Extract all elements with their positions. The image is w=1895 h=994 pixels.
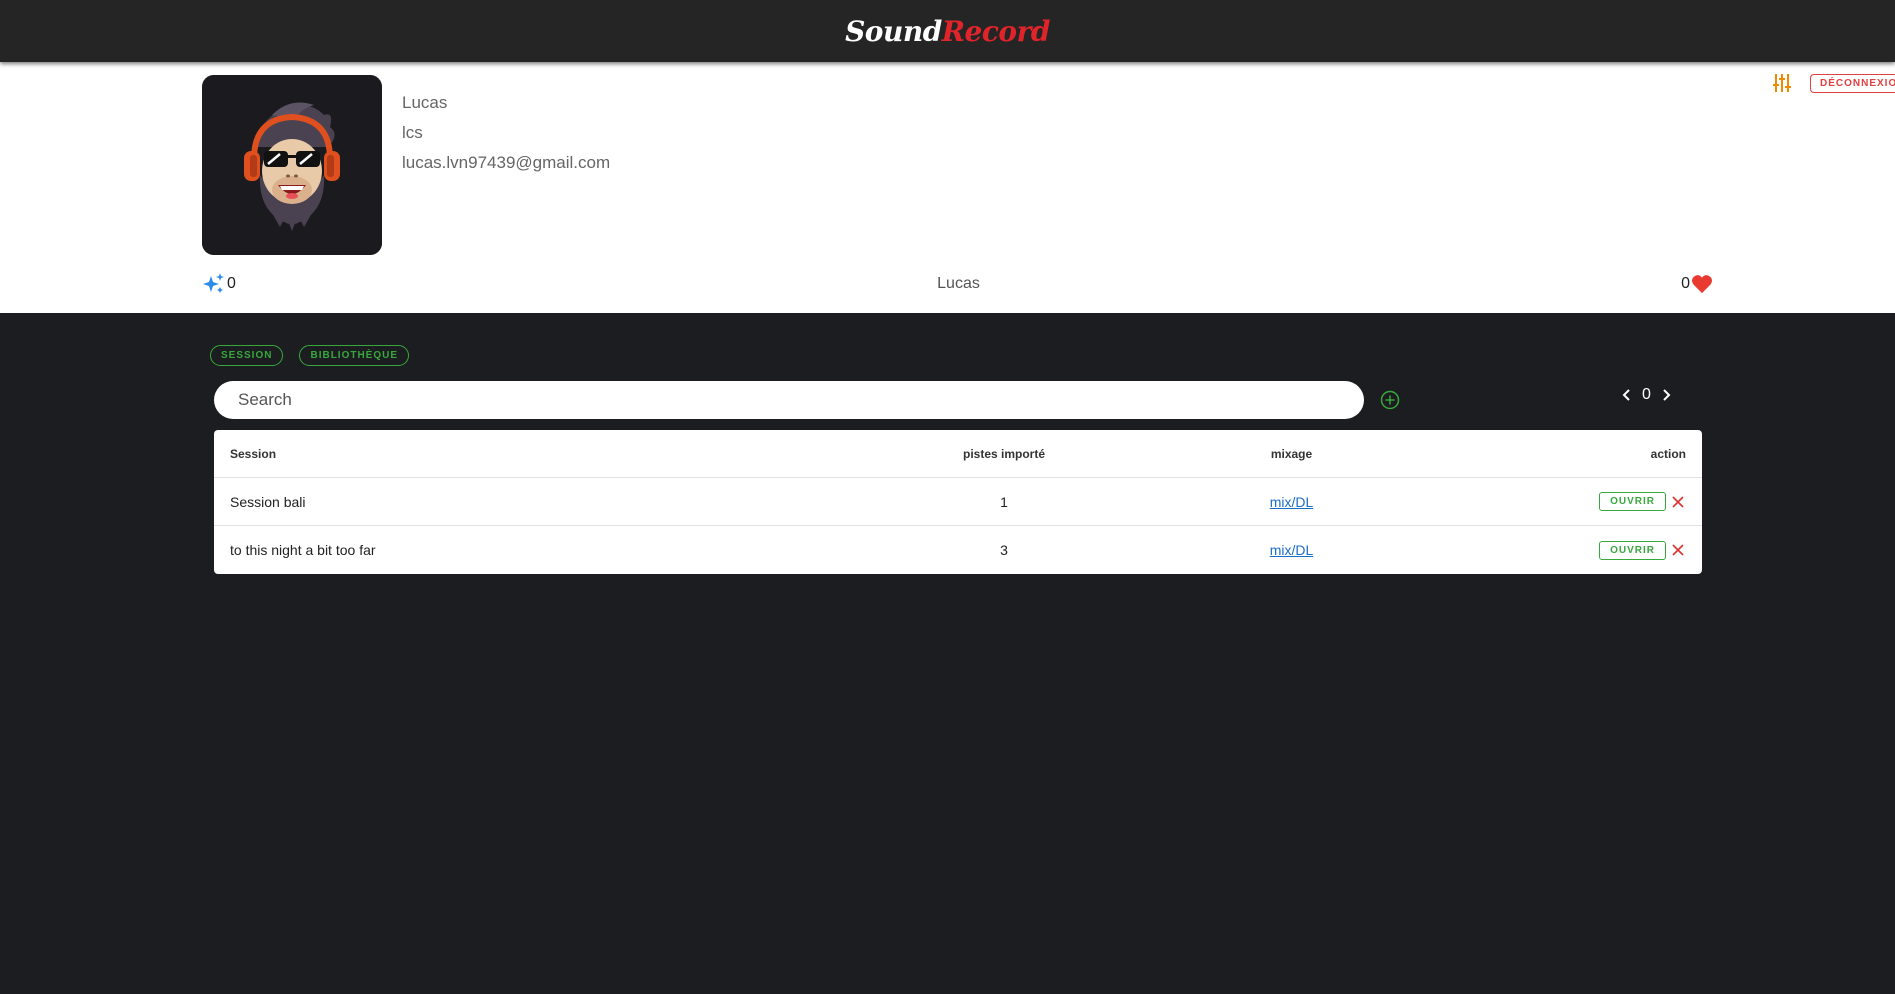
heart-icon[interactable] xyxy=(1691,274,1713,294)
profile-stats: 0 Lucas 0 xyxy=(202,272,1713,296)
brand-logo[interactable]: SoundRecord xyxy=(845,15,1050,48)
tracks-count: 3 xyxy=(1000,542,1008,558)
mix-download-link[interactable]: mix/DL xyxy=(1270,542,1314,558)
sparkle-stat: 0 xyxy=(202,272,236,296)
delete-icon[interactable] xyxy=(1670,494,1686,510)
chevron-right-icon[interactable] xyxy=(1659,388,1673,402)
sessions-table: Session pistes importé mixage action Ses… xyxy=(214,430,1702,574)
page-number: 0 xyxy=(1642,386,1651,403)
tab-session[interactable]: SESSION xyxy=(210,345,284,366)
likes-count: 0 xyxy=(1681,275,1690,292)
monkey-dj-avatar-icon xyxy=(202,75,382,255)
brand-logo-record: Record xyxy=(941,14,1051,48)
logout-button[interactable]: DÉCONNEXION xyxy=(1810,73,1895,93)
profile-tools: DÉCONNEXION xyxy=(1772,72,1895,94)
likes-stat: 0 xyxy=(1681,274,1713,294)
profile-username: Lucas xyxy=(937,275,980,292)
brand-logo-sound: Sound xyxy=(845,14,942,48)
profile-panel: Lucas lcs lucas.lvn97439@gmail.com DÉCON… xyxy=(0,62,1895,313)
open-session-button[interactable]: OUVRIR xyxy=(1599,492,1666,511)
table-row: to this night a bit too far 3 mix/DL OUV… xyxy=(214,526,1702,574)
column-header-session: Session xyxy=(230,446,277,461)
chevron-left-icon[interactable] xyxy=(1620,388,1634,402)
avatar xyxy=(202,75,382,255)
column-header-tracks: pistes importé xyxy=(962,446,1046,461)
search-input[interactable] xyxy=(214,381,1364,419)
mix-download-link[interactable]: mix/DL xyxy=(1270,494,1314,510)
delete-icon[interactable] xyxy=(1670,542,1686,558)
top-bar: SoundRecord xyxy=(0,0,1895,62)
profile-last-name: lcs xyxy=(402,123,423,142)
session-name: to this night a bit too far xyxy=(230,542,376,558)
table-header-row: Session pistes importé mixage action xyxy=(214,430,1702,478)
sparkle-icon xyxy=(203,273,224,293)
pager: 0 xyxy=(1620,386,1673,404)
profile-first-name: Lucas xyxy=(402,93,448,112)
table-row: Session bali 1 mix/DL OUVRIR xyxy=(214,478,1702,526)
profile-email: lucas.lvn97439@gmail.com xyxy=(402,153,611,172)
profile-info: Lucas lcs lucas.lvn97439@gmail.com xyxy=(402,88,610,178)
search-row xyxy=(214,381,1404,421)
open-session-button[interactable]: OUVRIR xyxy=(1599,540,1666,560)
session-name: Session bali xyxy=(230,493,306,510)
tab-bar: SESSION BIBLIOTHÈQUE xyxy=(210,345,410,366)
sliders-icon[interactable] xyxy=(1772,72,1792,94)
tracks-count: 1 xyxy=(1000,493,1008,510)
column-header-mix: mixage xyxy=(1270,446,1313,461)
main-content: SESSION BIBLIOTHÈQUE 0 Session pistes im… xyxy=(0,313,1895,994)
sparkle-count: 0 xyxy=(227,275,236,292)
plus-circle-icon xyxy=(1380,390,1400,410)
add-session-button[interactable] xyxy=(1380,390,1400,410)
tab-library[interactable]: BIBLIOTHÈQUE xyxy=(299,345,410,366)
column-header-action: action xyxy=(1650,446,1686,461)
